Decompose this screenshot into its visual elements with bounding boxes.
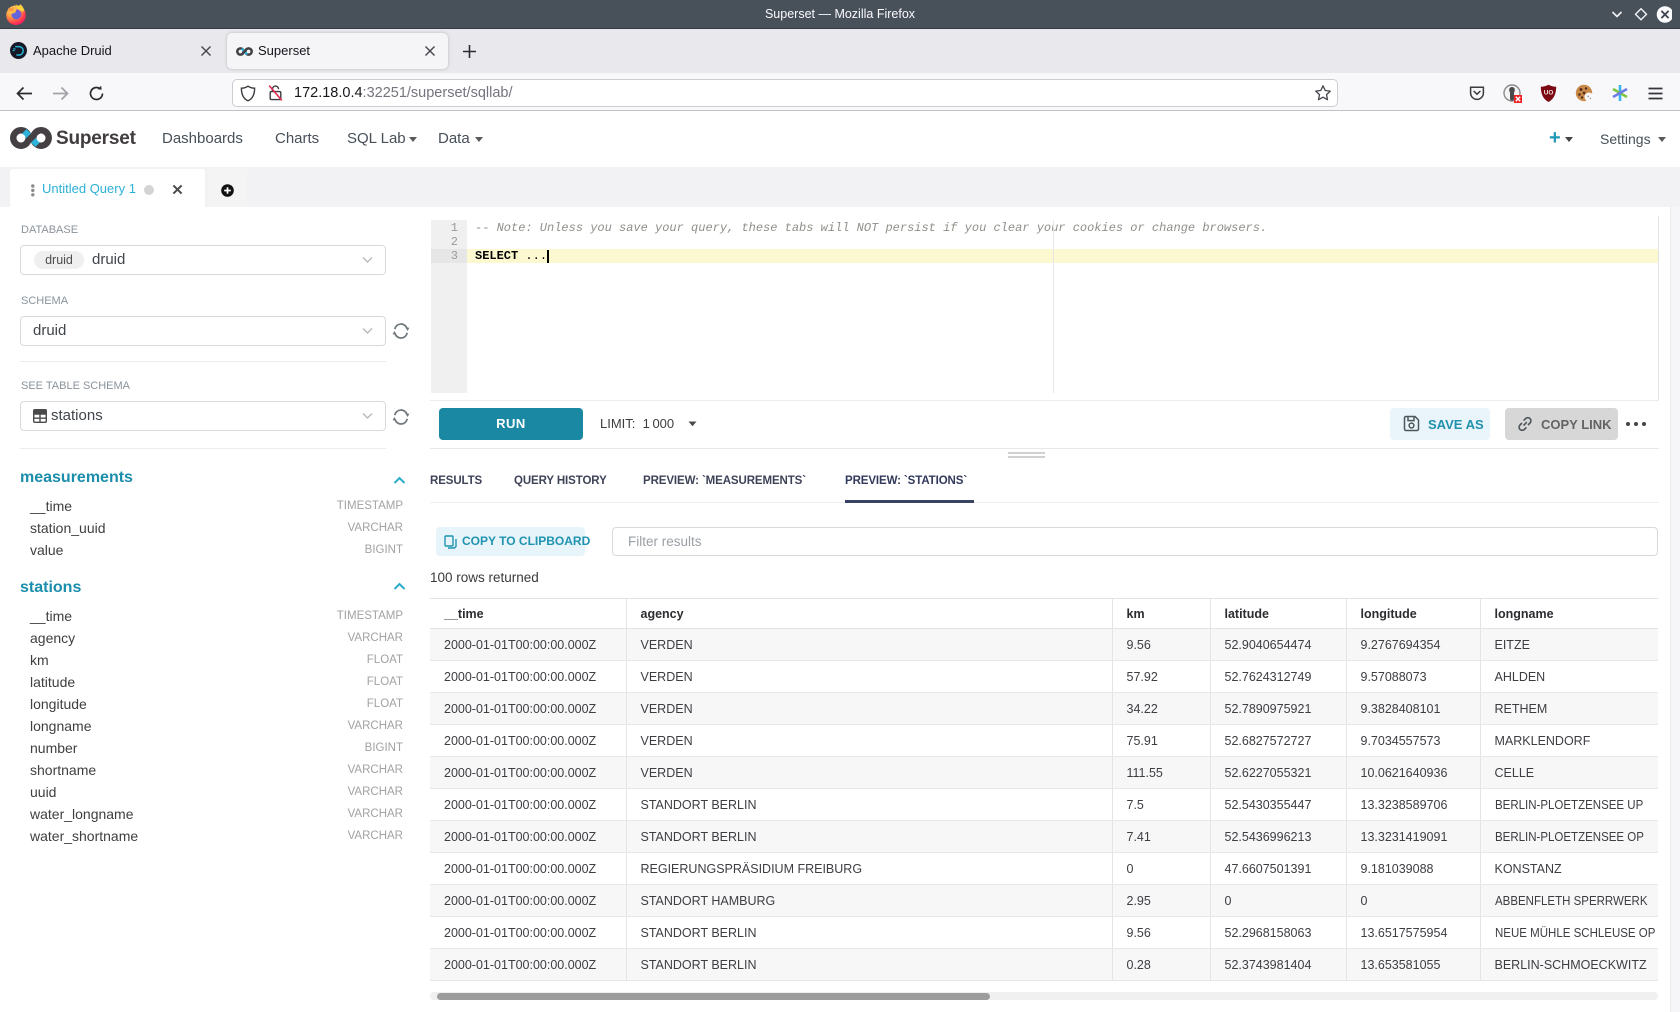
svg-text:UO: UO xyxy=(1544,90,1554,97)
